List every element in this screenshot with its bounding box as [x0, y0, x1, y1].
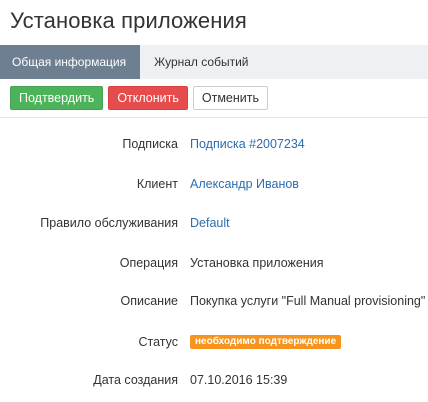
operation-label: Операция — [119, 256, 178, 270]
detail-row-client: Клиент Александр Иванов — [0, 174, 428, 194]
detail-row-subscription: Подписка Подписка #2007234 — [0, 134, 428, 154]
created-value: 07.10.2016 15:39 — [190, 373, 288, 387]
detail-row-service-rule: Правило обслуживания Default — [0, 213, 428, 233]
client-label: Клиент — [136, 177, 178, 191]
subscription-link[interactable]: Подписка #2007234 — [190, 134, 305, 154]
service-rule-label: Правило обслуживания — [40, 216, 178, 230]
tab-event-log[interactable]: Журнал событий — [140, 45, 262, 79]
cancel-button[interactable]: Отменить — [192, 86, 269, 110]
created-label: Дата создания — [93, 373, 178, 387]
detail-row-operation: Операция Установка приложения — [0, 253, 428, 273]
approve-button[interactable]: Подтвердить — [10, 86, 104, 110]
detail-row-created: Дата создания 07.10.2016 15:39 — [0, 370, 428, 390]
detail-row-description: Описание Покупка услуги "Full Manual pro… — [0, 291, 428, 311]
service-rule-link[interactable]: Default — [190, 213, 230, 233]
status-badge: необходимо подтверждение — [190, 334, 342, 349]
reject-button[interactable]: Отклонить — [108, 86, 188, 110]
tab-bar: Общая информация Журнал событий — [0, 45, 428, 79]
status-label: Статус — [138, 335, 178, 349]
tab-general-info[interactable]: Общая информация — [0, 45, 141, 79]
action-toolbar: Подтвердить Отклонить Отменить — [0, 79, 428, 118]
page-title: Установка приложения — [10, 8, 247, 33]
subscription-label: Подписка — [122, 137, 178, 151]
description-value: Покупка услуги "Full Manual provisioning… — [190, 294, 426, 308]
description-label: Описание — [120, 294, 178, 308]
status-value: необходимо подтверждение — [190, 332, 342, 352]
operation-value: Установка приложения — [190, 256, 324, 270]
client-link[interactable]: Александр Иванов — [190, 174, 299, 194]
detail-row-status: Статус необходимо подтверждение — [0, 332, 428, 352]
